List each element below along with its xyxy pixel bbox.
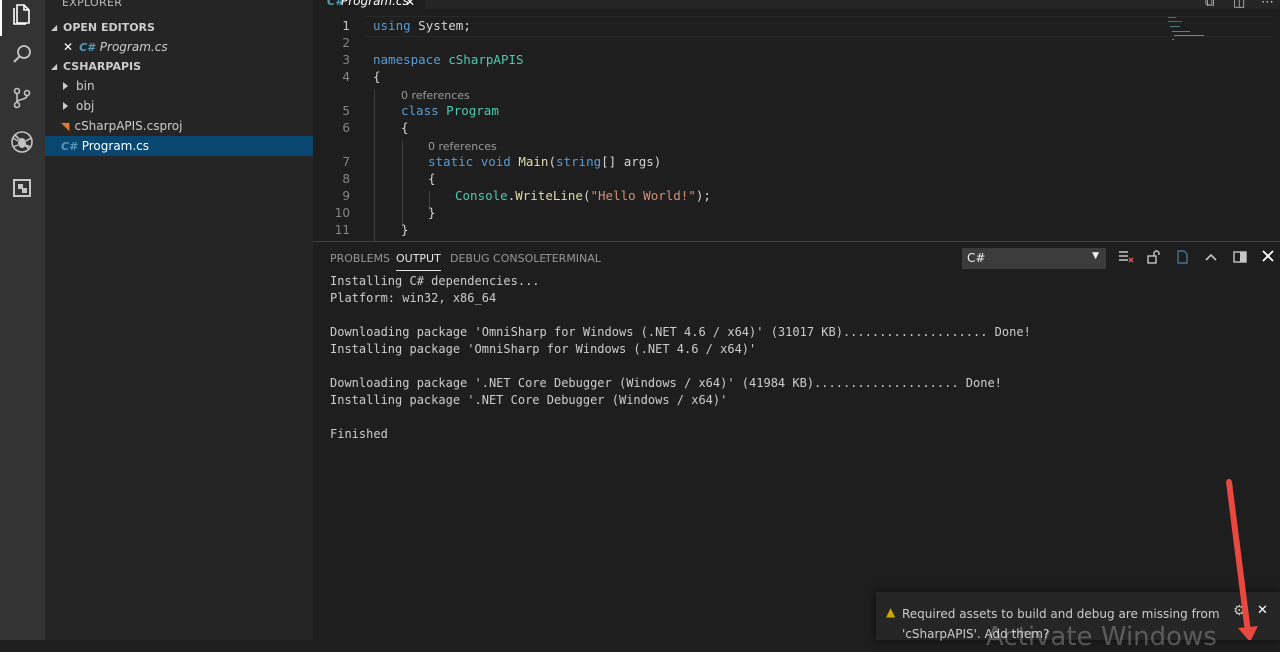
warning-icon: ▲ xyxy=(886,605,896,619)
csharp-file-icon: C# xyxy=(79,40,95,54)
line-number: 9 xyxy=(342,189,350,203)
code-line: class Program xyxy=(401,103,499,118)
tab-program-cs[interactable]: C# Program.cs ✕ xyxy=(313,0,425,9)
current-line-highlight xyxy=(365,16,1273,37)
maximize-panel-icon[interactable] xyxy=(1202,250,1220,266)
gear-icon[interactable]: ⚙ xyxy=(1233,603,1246,619)
open-log-file-icon[interactable] xyxy=(1173,250,1191,266)
output-line: Platform: win32, x86_64 xyxy=(330,291,497,305)
project-header[interactable]: ◢ CSHARPAPIS xyxy=(45,56,313,76)
code-line: } xyxy=(401,222,409,237)
indent-guide xyxy=(402,140,403,228)
clear-output-icon[interactable] xyxy=(1117,250,1135,266)
explorer-title: EXPLORER xyxy=(62,0,123,9)
tree-item-obj[interactable]: obj xyxy=(45,96,313,116)
activity-bar xyxy=(0,0,45,640)
code-line: } xyxy=(428,205,436,220)
explorer-icon[interactable] xyxy=(0,0,36,36)
line-number: 4 xyxy=(342,70,350,84)
code-line: { xyxy=(428,171,436,186)
line-number: 7 xyxy=(342,155,350,169)
indent-guide xyxy=(374,89,375,241)
collapse-icon: ◢ xyxy=(51,22,58,32)
line-number: 8 xyxy=(342,172,350,186)
tree-item-program-cs[interactable]: C# Program.cs xyxy=(45,136,313,156)
line-number: 10 xyxy=(334,206,350,220)
chevron-down-icon: ▼ xyxy=(1092,251,1099,261)
output-channel-select[interactable]: C# ▼ xyxy=(962,248,1106,269)
open-editor-item[interactable]: ✕ C# Program.cs xyxy=(45,37,313,57)
line-number: 5 xyxy=(342,104,350,118)
rss-file-icon: ◥ xyxy=(61,119,70,133)
code-line: Console.WriteLine("Hello World!"); xyxy=(455,188,711,203)
notification-toast: ▲ Required assets to build and debug are… xyxy=(876,592,1280,652)
code-line: { xyxy=(401,120,409,135)
line-number: 2 xyxy=(342,36,350,50)
tab-close-icon[interactable]: ✕ xyxy=(405,0,415,9)
tab-terminal[interactable]: TERMINAL xyxy=(545,252,601,265)
output-line: Installing package '.NET Core Debugger (… xyxy=(330,393,728,407)
lock-icon[interactable] xyxy=(1145,250,1163,266)
tab-problems[interactable]: PROBLEMS xyxy=(330,252,390,265)
csharp-file-icon: C# xyxy=(61,139,77,153)
toggle-panel-position-icon[interactable] xyxy=(1231,250,1249,266)
code-line: namespace cSharpAPIS xyxy=(373,52,524,67)
collapse-icon: ◢ xyxy=(51,61,58,71)
tab-debug-console[interactable]: DEBUG CONSOLE xyxy=(450,252,546,265)
code-line: using System; xyxy=(373,18,471,33)
codelens-references[interactable]: 0 references xyxy=(428,140,497,153)
minimap[interactable] xyxy=(1168,17,1218,47)
output-line: Downloading package 'OmniSharp for Windo… xyxy=(330,325,1031,339)
open-editors-header[interactable]: ◢ OPEN EDITORS xyxy=(45,17,313,37)
bottom-panel: PROBLEMS OUTPUT DEBUG CONSOLE TERMINAL C… xyxy=(313,241,1280,641)
extensions-icon[interactable] xyxy=(8,174,36,202)
tree-item-bin[interactable]: bin xyxy=(45,76,313,96)
chevron-right-icon xyxy=(63,102,68,110)
tree-item-csproj[interactable]: ◥ cSharpAPIS.csproj xyxy=(45,116,313,136)
activate-windows-watermark: Activate Windows xyxy=(986,622,1217,652)
codelens-references[interactable]: 0 references xyxy=(401,89,470,102)
output-line: Installing C# dependencies... xyxy=(330,274,540,288)
output-line: Finished xyxy=(330,427,388,441)
debug-icon[interactable] xyxy=(8,128,36,156)
close-icon[interactable]: ✕ xyxy=(63,40,73,54)
code-editor[interactable]: 1 2 3 4 5 6 7 8 9 10 11 using System; na… xyxy=(313,9,1280,241)
chevron-right-icon xyxy=(63,82,68,90)
line-number: 11 xyxy=(334,223,350,237)
source-control-icon[interactable] xyxy=(8,84,36,112)
line-number: 6 xyxy=(342,121,350,135)
explorer-sidebar: EXPLORER ◢ OPEN EDITORS ✕ C# Program.cs … xyxy=(45,0,313,640)
code-line: static void Main(string[] args) xyxy=(428,154,662,169)
line-number: 3 xyxy=(342,53,350,67)
search-icon[interactable] xyxy=(8,40,36,68)
close-panel-icon[interactable] xyxy=(1259,250,1277,266)
code-line: { xyxy=(373,69,381,84)
close-icon[interactable]: ✕ xyxy=(1257,603,1268,618)
line-number: 1 xyxy=(342,19,350,33)
output-line: Installing package 'OmniSharp for Window… xyxy=(330,342,757,356)
tab-output[interactable]: OUTPUT xyxy=(396,252,441,271)
output-line: Downloading package '.NET Core Debugger … xyxy=(330,376,1002,390)
editor-tab-bar: C# Program.cs ✕ ⧉ ◫ ⋯ xyxy=(313,0,1280,10)
